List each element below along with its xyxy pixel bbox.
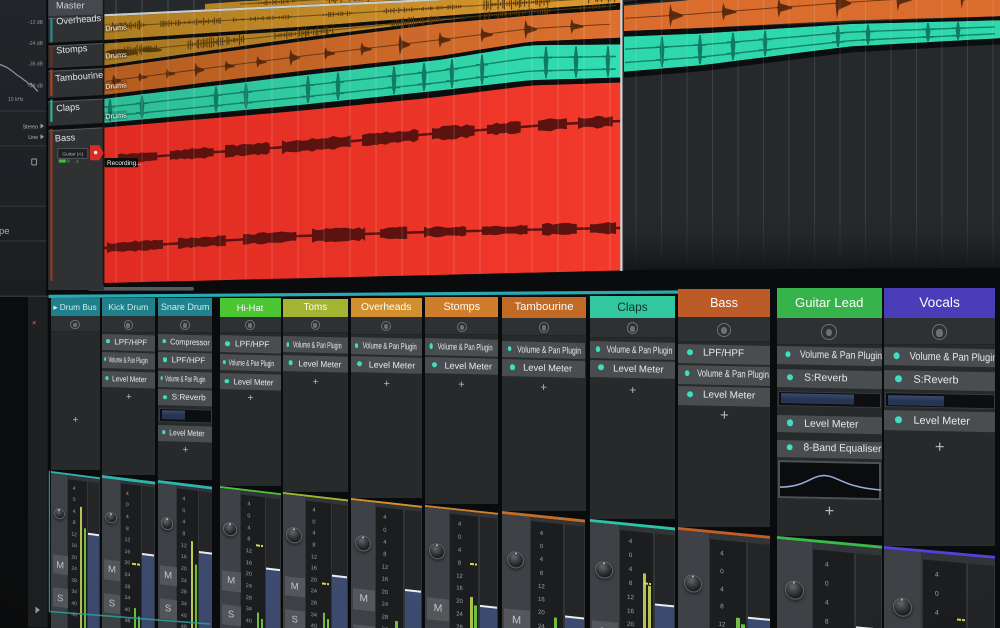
- svg-text:Drums: Drums: [105, 80, 127, 91]
- svg-text:pe: pe: [0, 226, 10, 237]
- svg-text:Claps: Claps: [56, 102, 81, 114]
- svg-text:Bass: Bass: [55, 132, 76, 143]
- svg-text:-36 dB: -36 dB: [28, 62, 43, 68]
- svg-text:Drums: Drums: [105, 110, 127, 121]
- svg-text:10 kHz: 10 kHz: [8, 97, 24, 103]
- svg-text:Drums: Drums: [105, 50, 127, 61]
- svg-text:-12 dB: -12 dB: [28, 20, 43, 26]
- svg-text:Drums: Drums: [105, 22, 127, 33]
- svg-text:Line: Line: [28, 135, 38, 141]
- svg-text:-24 dB: -24 dB: [28, 41, 43, 47]
- svg-text:Guitar (A): Guitar (A): [62, 152, 83, 158]
- svg-text:Master: Master: [56, 1, 84, 11]
- svg-text:Recording...: Recording...: [107, 160, 142, 167]
- svg-text:×: ×: [32, 318, 37, 328]
- svg-text:Stereo: Stereo: [23, 124, 38, 130]
- svg-text:2: 2: [76, 159, 79, 164]
